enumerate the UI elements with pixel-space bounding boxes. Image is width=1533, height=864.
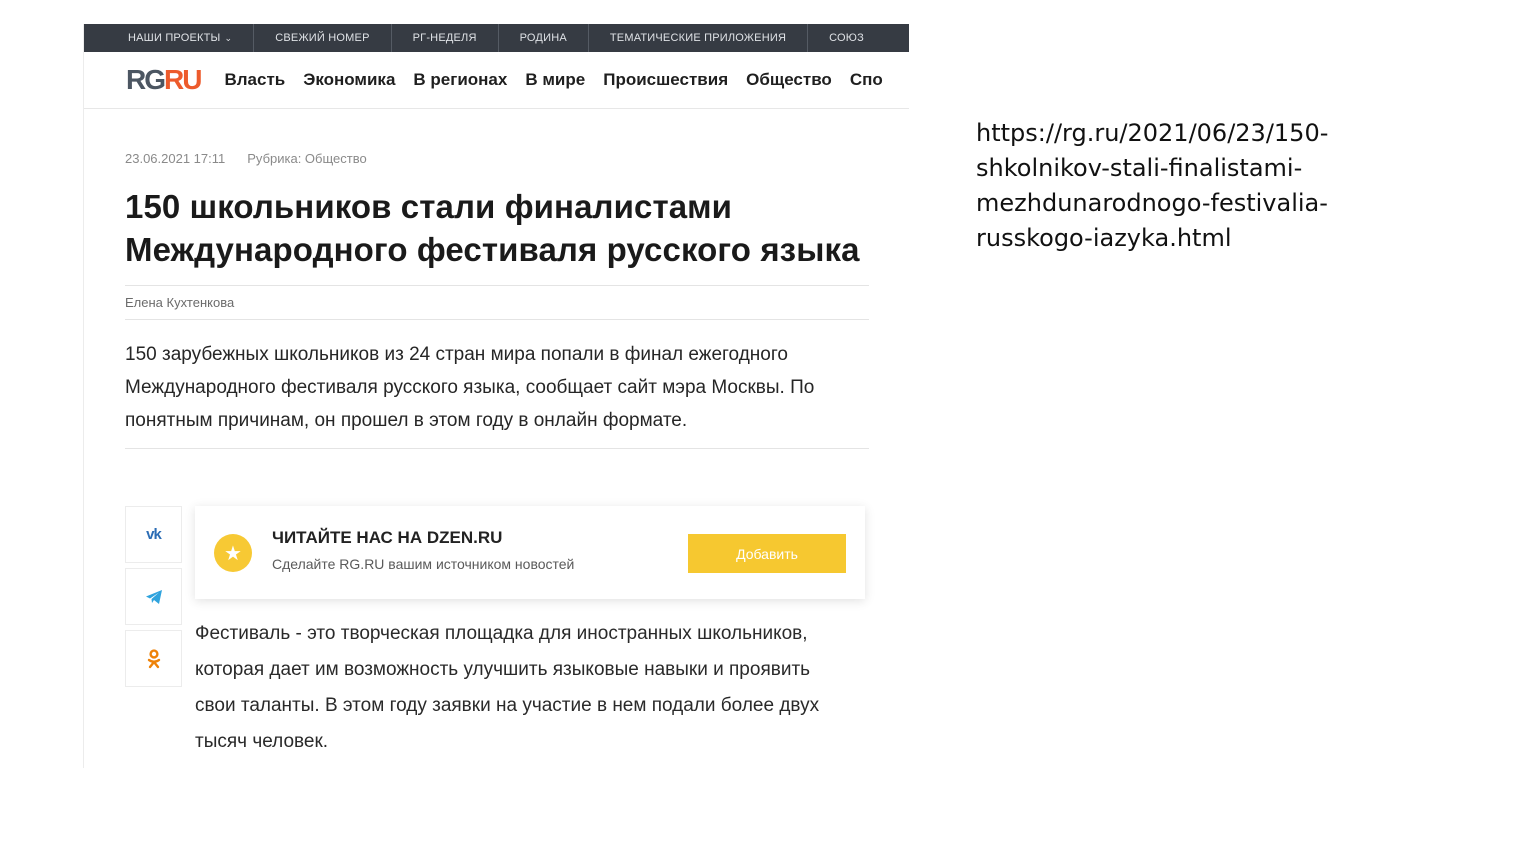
share-odnoklassniki-button[interactable] [125, 630, 182, 687]
nav-item-incidents[interactable]: Происшествия [603, 70, 728, 90]
dzen-promo-card: ★ ЧИТАЙТЕ НАС НА DZEN.RU Сделайте RG.RU … [195, 506, 865, 599]
website-screenshot: НАШИ ПРОЕКТЫ ⌄ СВЕЖИЙ НОМЕР РГ-НЕДЕЛЯ РО… [83, 24, 909, 768]
chevron-down-icon: ⌄ [224, 32, 233, 43]
nav-item-regions[interactable]: В регионах [413, 70, 507, 90]
odnoklassniki-icon [147, 648, 160, 668]
topbar-item-soyuz[interactable]: СОЮЗ [829, 24, 885, 52]
topbar-item-thematic[interactable]: ТЕМАТИЧЕСКИЕ ПРИЛОЖЕНИЯ [610, 24, 809, 52]
star-icon: ★ [214, 534, 252, 572]
top-bar: НАШИ ПРОЕКТЫ ⌄ СВЕЖИЙ НОМЕР РГ-НЕДЕЛЯ РО… [84, 24, 909, 52]
article-body: Фестиваль - это творческая площадка для … [195, 623, 820, 752]
author-row: Елена Кухтенкова [125, 285, 869, 320]
slide: НАШИ ПРОЕКТЫ ⌄ СВЕЖИЙ НОМЕР РГ-НЕДЕЛЯ РО… [0, 0, 1533, 864]
article-lead: 150 зарубежных школьников из 24 стран ми… [125, 338, 869, 449]
topbar-item-rodina[interactable]: РОДИНА [520, 24, 589, 52]
share-column: vk [125, 506, 183, 692]
site-logo[interactable]: RGRU [126, 66, 202, 94]
nav-item-world[interactable]: В мире [525, 70, 585, 90]
dzen-title: ЧИТАЙТЕ НАС НА DZEN.RU [272, 528, 503, 547]
add-to-dzen-button[interactable]: Добавить [688, 534, 846, 573]
telegram-icon [145, 589, 162, 604]
share-vk-button[interactable]: vk [125, 506, 182, 563]
topbar-item-fresh-issue[interactable]: СВЕЖИЙ НОМЕР [275, 24, 392, 52]
share-telegram-button[interactable] [125, 568, 182, 625]
article-title: 150 школьников стали финалистами Междуна… [125, 188, 860, 268]
dzen-subtitle: Сделайте RG.RU вашим источником новостей [272, 556, 575, 572]
topbar-item-rg-week[interactable]: РГ-НЕДЕЛЯ [413, 24, 499, 52]
article-date: 23.06.2021 17:11 [125, 151, 226, 166]
nav-item-sport[interactable]: Спо [850, 70, 883, 90]
article: 23.06.2021 17:11 Рубрика: Общество 150 ш… [125, 108, 869, 449]
article-author[interactable]: Елена Кухтенкова [125, 295, 234, 310]
vk-icon: vk [146, 526, 162, 543]
nav-item-economy[interactable]: Экономика [303, 70, 395, 90]
nav-item-society[interactable]: Общество [746, 70, 832, 90]
nav-item-power[interactable]: Власть [224, 70, 285, 90]
source-url: https://rg.ru/2021/06/23/150-shkolnikov-… [976, 119, 1329, 252]
topbar-item-projects[interactable]: НАШИ ПРОЕКТЫ ⌄ [128, 24, 255, 52]
main-nav: RGRU Власть Экономика В регионах В мире … [84, 52, 909, 109]
article-meta: 23.06.2021 17:11 Рубрика: Общество [125, 151, 869, 166]
article-rubric[interactable]: Рубрика: Общество [247, 151, 366, 166]
